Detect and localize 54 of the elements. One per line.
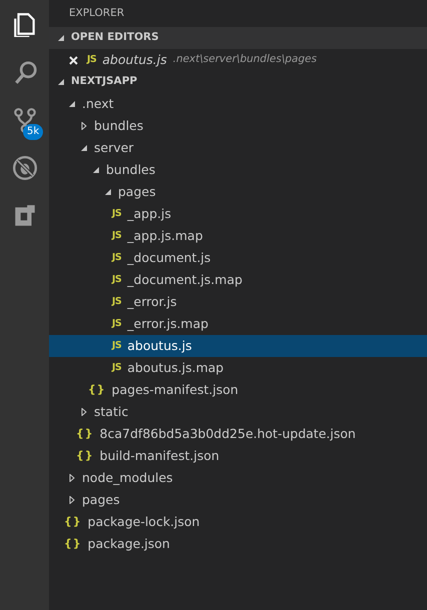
tree-item[interactable]: {} 8ca7df86bd5a3b0dd25e.hot-update.json xyxy=(49,423,427,445)
files-icon[interactable] xyxy=(12,11,38,37)
tree-item[interactable]: bundles xyxy=(49,159,427,181)
tree-item[interactable]: JS _app.js.map xyxy=(49,225,427,247)
no-bug-icon[interactable] xyxy=(12,155,38,181)
panel-title: EXPLORER xyxy=(69,6,124,21)
file-path: .next\server\bundles\pages xyxy=(172,52,317,68)
tree-item[interactable]: JS _app.js xyxy=(49,203,427,225)
tree-item[interactable]: bundles xyxy=(49,115,427,137)
tree-item[interactable]: server xyxy=(49,137,427,159)
json-file-icon: {} xyxy=(88,382,106,398)
section-header[interactable]: OPEN EDITORS xyxy=(49,27,427,49)
expanded-triangle-icon[interactable] xyxy=(92,166,100,174)
tree-item[interactable]: {} build-manifest.json xyxy=(49,445,427,467)
expanded-triangle-icon[interactable] xyxy=(80,144,88,152)
tree-item[interactable]: .next xyxy=(49,93,427,115)
collapsed-triangle-icon[interactable] xyxy=(68,474,76,482)
close-icon[interactable] xyxy=(69,56,78,64)
tree-item[interactable]: JS aboutus.js.map xyxy=(49,357,427,379)
tree-item[interactable]: {} pages-manifest.json xyxy=(49,379,427,401)
json-file-icon: {} xyxy=(64,536,82,552)
collapsed-triangle-icon[interactable] xyxy=(80,408,88,416)
expanded-triangle-icon xyxy=(57,78,65,86)
tree-item[interactable]: pages xyxy=(49,181,427,203)
expanded-triangle-icon[interactable] xyxy=(68,100,76,108)
expanded-triangle-icon xyxy=(57,34,65,42)
tree-item[interactable]: JS aboutus.js xyxy=(49,335,427,357)
tree-item[interactable]: JS _document.js.map xyxy=(49,269,427,291)
js-file-icon: JS xyxy=(112,206,122,222)
tree-item[interactable]: {} package-lock.json xyxy=(49,511,427,533)
js-file-icon: JS xyxy=(112,272,122,288)
tree-item[interactable]: JS _error.js xyxy=(49,291,427,313)
expanded-triangle-icon[interactable] xyxy=(104,188,112,196)
branch-icon[interactable] xyxy=(12,107,38,133)
js-file-icon: JS xyxy=(112,338,122,354)
js-file-icon: JS xyxy=(112,316,122,332)
tree-item[interactable]: {} package.json xyxy=(49,533,427,555)
collapsed-triangle-icon[interactable] xyxy=(80,122,88,130)
js-file-icon: JS xyxy=(112,360,122,376)
open-editor-item[interactable]: aboutus.js xyxy=(102,50,167,70)
tree-item[interactable]: static xyxy=(49,401,427,423)
js-file-icon: JS xyxy=(112,294,122,310)
tree-item[interactable]: JS _document.js xyxy=(49,247,427,269)
json-file-icon: {} xyxy=(64,514,82,530)
js-file-icon: JS xyxy=(112,250,122,266)
collapsed-triangle-icon[interactable] xyxy=(68,496,76,504)
tree-item[interactable]: JS _error.js.map xyxy=(49,313,427,335)
notification-badge: 5k xyxy=(23,124,44,140)
tree-item[interactable]: pages xyxy=(49,489,427,511)
json-file-icon: {} xyxy=(76,448,94,464)
js-file-icon: JS xyxy=(87,52,96,68)
js-file-icon: JS xyxy=(112,228,122,244)
json-file-icon: {} xyxy=(76,426,94,442)
tree-item[interactable]: node_modules xyxy=(49,467,427,489)
